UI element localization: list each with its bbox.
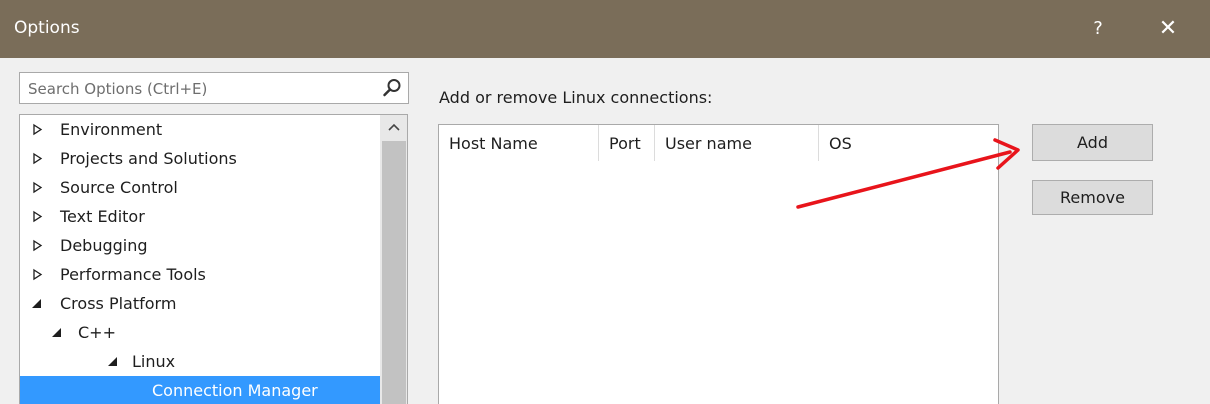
search-box[interactable] — [19, 72, 409, 105]
add-button[interactable]: Add — [1032, 124, 1153, 161]
tree-item-label: C++ — [78, 323, 116, 342]
scroll-thumb[interactable] — [382, 141, 406, 404]
tree-item-label: Projects and Solutions — [60, 149, 237, 168]
column-header-os[interactable]: OS — [819, 125, 998, 161]
collapsed-arrow-icon[interactable] — [31, 173, 45, 202]
tree-item-performance-tools[interactable]: Performance Tools — [20, 260, 380, 289]
expanded-arrow-icon[interactable] — [106, 347, 120, 376]
tree-item-label: Connection Manager — [152, 381, 318, 400]
tree-item-label: Debugging — [60, 236, 148, 255]
collapsed-arrow-icon[interactable] — [31, 231, 45, 260]
collapsed-arrow-icon[interactable] — [31, 260, 45, 289]
tree-item-label: Linux — [132, 352, 176, 371]
tree-item-label: Source Control — [60, 178, 178, 197]
expanded-arrow-icon[interactable] — [50, 318, 64, 347]
collapsed-arrow-icon[interactable] — [31, 144, 45, 173]
connections-label: Add or remove Linux connections: — [439, 88, 713, 107]
tree-item-connection-manager[interactable]: Connection Manager — [20, 376, 380, 404]
column-header-user-name[interactable]: User name — [655, 125, 819, 161]
expanded-arrow-icon[interactable] — [30, 289, 44, 318]
tree-item-source-control[interactable]: Source Control — [20, 173, 380, 202]
tree-item-label: Performance Tools — [60, 265, 206, 284]
search-input[interactable] — [26, 73, 370, 105]
close-button[interactable]: ✕ — [1151, 12, 1185, 46]
column-header-port[interactable]: Port — [599, 125, 655, 161]
tree-item-cross-platform[interactable]: Cross Platform — [20, 289, 380, 318]
tree-item-debugging[interactable]: Debugging — [20, 231, 380, 260]
tree-item-text-editor[interactable]: Text Editor — [20, 202, 380, 231]
tree-item-cpp[interactable]: C++ — [20, 318, 380, 347]
title-bar: Options ? ✕ — [0, 0, 1210, 58]
tree-item-label: Cross Platform — [60, 294, 177, 313]
table-header: Host Name Port User name OS — [439, 125, 998, 161]
connections-table[interactable]: Host Name Port User name OS — [438, 124, 999, 404]
tree-item-projects-and-solutions[interactable]: Projects and Solutions — [20, 144, 380, 173]
collapsed-arrow-icon[interactable] — [31, 202, 45, 231]
remove-button[interactable]: Remove — [1032, 180, 1153, 215]
window-title: Options — [14, 18, 80, 38]
tree-item-environment[interactable]: Environment — [20, 115, 380, 144]
help-button[interactable]: ? — [1083, 14, 1113, 44]
column-header-host-name[interactable]: Host Name — [439, 125, 599, 161]
tree-item-label: Text Editor — [60, 207, 145, 226]
scroll-up-icon[interactable] — [380, 115, 407, 141]
tree-item-linux[interactable]: Linux — [20, 347, 380, 376]
options-tree[interactable]: Environment Projects and Solutions Sourc… — [19, 114, 408, 404]
collapsed-arrow-icon[interactable] — [31, 115, 45, 144]
search-icon[interactable] — [382, 78, 402, 98]
tree-item-label: Environment — [60, 120, 163, 139]
tree-scrollbar[interactable] — [380, 115, 407, 404]
